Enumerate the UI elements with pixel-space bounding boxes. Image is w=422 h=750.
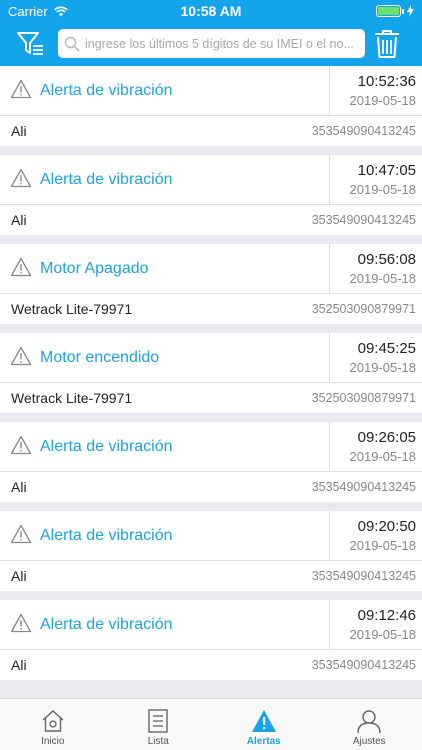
alert-title: Motor encendido	[40, 348, 160, 366]
charging-bolt-icon	[407, 5, 414, 17]
list-icon	[148, 709, 168, 733]
alert-icon	[251, 710, 276, 732]
alert-header: Motor Apagado	[0, 244, 329, 293]
device-imei: 353549090413245	[311, 480, 416, 494]
alert-title: Alerta de vibración	[40, 81, 173, 99]
alert-card[interactable]: Alerta de vibración 10:52:36 2019-05-18 Ali…	[0, 66, 422, 146]
alert-timestamp: 09:56:08 2019-05-18	[329, 244, 422, 293]
device-name: Ali	[11, 123, 27, 139]
alert-date: 2019-05-18	[349, 449, 417, 464]
alert-card[interactable]: Alerta de vibración 10:47:05 2019-05-18 Ali…	[0, 155, 422, 235]
alert-header: Alerta de vibración	[0, 511, 329, 560]
alert-card[interactable]: Motor Apagado 09:56:08 2019-05-18 Wetrack L…	[0, 244, 422, 324]
alert-date: 2019-05-18	[349, 93, 417, 108]
tab-label: Alertas	[246, 736, 281, 747]
filter-button[interactable]	[16, 29, 46, 59]
alert-time: 09:20:50	[357, 518, 416, 535]
warning-icon	[10, 524, 32, 543]
alert-time: 10:47:05	[357, 162, 416, 179]
home-icon	[42, 710, 64, 732]
alert-card[interactable]: Alerta de vibración 09:20:50 2019-05-18 Ali…	[0, 511, 422, 591]
status-bar: Carrier 10:58 AM	[0, 0, 422, 22]
tab-ajustes[interactable]: Ajustes	[317, 699, 422, 750]
delete-button[interactable]	[372, 28, 402, 60]
user-icon	[357, 710, 381, 733]
alert-timestamp: 09:20:50 2019-05-18	[329, 511, 422, 560]
alert-title: Alerta de vibración	[40, 437, 173, 455]
device-imei: 352503090879971	[311, 391, 416, 405]
alert-card[interactable]: Alerta de vibración 09:26:05 2019-05-18 Ali…	[0, 422, 422, 502]
alert-timestamp: 09:45:25 2019-05-18	[329, 333, 422, 382]
search-icon	[64, 36, 80, 52]
tab-lista[interactable]: Lista	[106, 699, 212, 750]
alert-timestamp: 09:26:05 2019-05-18	[329, 422, 422, 471]
alert-time: 09:26:05	[357, 429, 416, 446]
alert-time: 09:56:08	[357, 251, 416, 268]
device-imei: 353549090413245	[311, 569, 416, 583]
alert-time: 09:12:46	[357, 607, 416, 624]
device-name: Wetrack Lite-79971	[11, 301, 133, 317]
alert-header: Alerta de vibración	[0, 155, 329, 204]
alert-header: Alerta de vibración	[0, 422, 329, 471]
filter-icon	[17, 32, 43, 55]
alert-header: Motor encendido	[0, 333, 329, 382]
device-imei: 352503090879971	[311, 302, 416, 316]
device-imei: 353549090413245	[311, 124, 416, 138]
search-input[interactable]	[85, 36, 355, 51]
alert-time: 10:52:36	[357, 73, 416, 90]
alert-timestamp: 09:12:46 2019-05-18	[329, 600, 422, 649]
device-name: Wetrack Lite-79971	[11, 390, 133, 406]
device-name: Ali	[11, 212, 27, 228]
alert-date: 2019-05-18	[349, 538, 417, 553]
battery-icon	[376, 5, 401, 17]
tab-label: Ajustes	[352, 736, 386, 747]
alert-header: Alerta de vibración	[0, 66, 329, 115]
warning-icon	[10, 346, 32, 365]
alert-title: Motor Apagado	[40, 259, 149, 277]
alert-title: Alerta de vibración	[40, 526, 173, 544]
alert-time: 09:45:25	[357, 340, 416, 357]
search-bar	[58, 29, 365, 58]
alert-timestamp: 10:47:05 2019-05-18	[329, 155, 422, 204]
tab-bar: Inicio Lista Alertas Ajustes	[0, 698, 422, 750]
device-name: Ali	[11, 657, 27, 673]
alert-date: 2019-05-18	[349, 360, 417, 375]
alert-date: 2019-05-18	[349, 271, 417, 286]
alert-date: 2019-05-18	[349, 627, 417, 642]
top-toolbar	[0, 22, 422, 66]
warning-icon	[10, 168, 32, 187]
warning-icon	[10, 613, 32, 632]
device-imei: 353549090413245	[311, 658, 416, 672]
alert-date: 2019-05-18	[349, 182, 417, 197]
alert-card[interactable]: Motor encendido 09:45:25 2019-05-18 Wetrack…	[0, 333, 422, 413]
clock: 10:58 AM	[180, 3, 242, 19]
warning-icon	[10, 435, 32, 454]
tab-alertas[interactable]: Alertas	[211, 699, 317, 750]
alert-timestamp: 10:52:36 2019-05-18	[329, 66, 422, 115]
device-imei: 353549090413245	[311, 213, 416, 227]
trash-icon	[375, 30, 399, 58]
tab-inicio[interactable]: Inicio	[0, 699, 106, 750]
alert-header: Alerta de vibración	[0, 600, 329, 649]
warning-icon	[10, 257, 32, 276]
alert-card[interactable]: Alerta de vibración 09:12:46 2019-05-18 Ali…	[0, 600, 422, 680]
alert-list[interactable]: Alerta de vibración 10:52:36 2019-05-18 Ali…	[0, 66, 422, 698]
tab-label: Lista	[147, 736, 169, 747]
battery	[376, 5, 414, 17]
alert-title: Alerta de vibración	[40, 170, 173, 188]
device-name: Ali	[11, 568, 27, 584]
device-name: Ali	[11, 479, 27, 495]
alert-title: Alerta de vibración	[40, 615, 173, 633]
warning-icon	[10, 79, 32, 98]
tab-label: Inicio	[41, 736, 65, 747]
